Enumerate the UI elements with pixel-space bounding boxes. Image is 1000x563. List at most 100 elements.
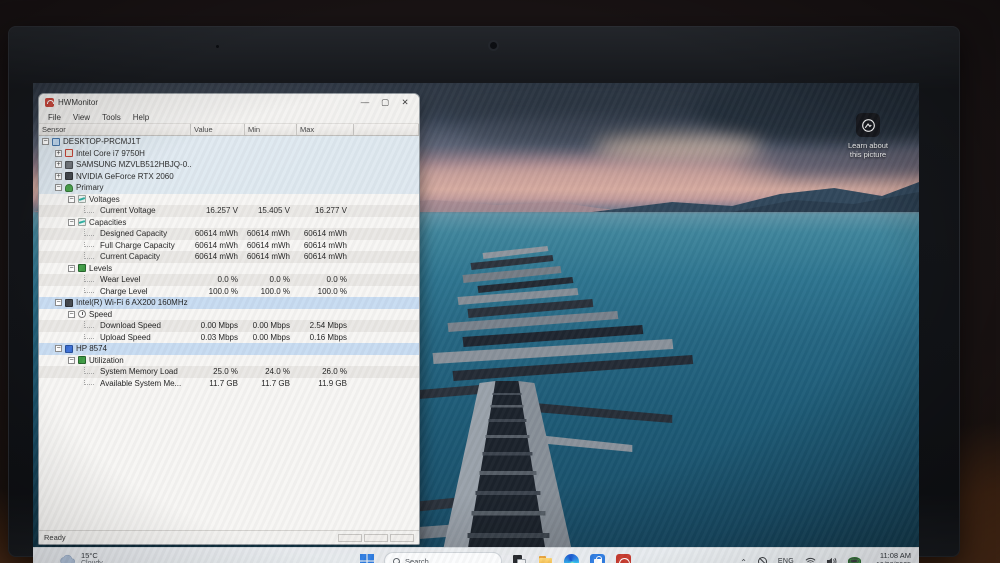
sensor-value: 60614 mWh <box>246 240 290 250</box>
status-pane <box>390 533 414 542</box>
menu-file[interactable]: File <box>42 113 67 122</box>
collapse-toggle[interactable]: − <box>68 195 75 203</box>
picture-info-icon[interactable] <box>856 113 880 137</box>
tree-row[interactable]: − HP 8574 <box>39 343 419 355</box>
menu-help[interactable]: Help <box>127 113 155 122</box>
weather-temp: 15°C <box>81 551 98 560</box>
title-bar[interactable]: HWMonitor — ▢ ✕ <box>39 94 419 111</box>
column-sensor[interactable]: Sensor <box>39 124 191 135</box>
language-indicator[interactable]: ENG <box>778 558 794 563</box>
tree-row[interactable]: Current Capacity 60614 mWh 60614 mWh 60614 … <box>39 251 419 263</box>
learn-about-picture[interactable]: Learn about this picture <box>831 113 905 159</box>
screen: Learn about this picture HWMonitor — ▢ ✕… <box>33 83 919 563</box>
computer-icon <box>52 137 60 146</box>
tree-row[interactable]: − Utilization <box>39 355 419 367</box>
wifi-icon[interactable] <box>805 557 816 563</box>
hidden-icons-chevron[interactable]: ⌃ <box>740 558 747 563</box>
tree-row[interactable]: − Speed <box>39 309 419 321</box>
sensor-value: 60614 mWh <box>194 252 238 262</box>
start-button[interactable] <box>358 553 375 563</box>
menu-view[interactable]: View <box>67 113 96 122</box>
sensor-label: Download Speed <box>100 321 161 331</box>
collapse-toggle[interactable]: − <box>55 345 62 353</box>
tree-row[interactable]: − Voltages <box>39 194 419 206</box>
column-min[interactable]: Min <box>245 124 297 135</box>
search-input[interactable]: Search <box>384 552 502 563</box>
tree-row[interactable]: Available System Me... 11.7 GB 11.7 GB 11.9… <box>39 378 419 390</box>
collapse-toggle[interactable]: − <box>68 264 75 272</box>
tree-row[interactable]: Upload Speed 0.03 Mbps 0.00 Mbps 0.16 Mbps <box>39 332 419 344</box>
edge-icon <box>564 553 579 563</box>
close-button[interactable]: ✕ <box>395 95 415 110</box>
battery-icon <box>65 183 73 192</box>
tree-row[interactable]: Wear Level 0.0 % 0.0 % 0.0 % <box>39 274 419 286</box>
sensor-label: System Memory Load <box>100 367 178 377</box>
sensor-value: 60614 mWh <box>303 229 347 239</box>
tree-row[interactable]: − DESKTOP-PRCMJ1T <box>39 136 419 148</box>
expand-toggle[interactable]: + <box>55 172 62 180</box>
weather-widget[interactable]: 15°C Cloudy <box>59 551 103 563</box>
sensor-tree: − DESKTOP-PRCMJ1T + Intel Core i7 9750H + SAM… <box>39 136 419 530</box>
sensor-value: 0.03 Mbps <box>200 332 238 342</box>
status-panes <box>338 533 414 542</box>
status-pane <box>338 533 362 542</box>
file-explorer-button[interactable] <box>537 553 554 563</box>
wifi-adapter-icon <box>65 298 73 307</box>
collapse-toggle[interactable]: − <box>68 356 75 364</box>
volume-icon[interactable] <box>827 557 837 563</box>
hwmonitor-taskbar-button[interactable] <box>615 553 632 563</box>
tree-row[interactable]: − Levels <box>39 263 419 275</box>
column-empty <box>354 124 419 135</box>
tree-row[interactable]: Full Charge Capacity 60614 mWh 60614 mWh 60… <box>39 240 419 252</box>
sensor-value: 60614 mWh <box>194 240 238 250</box>
cpu-icon <box>65 149 73 158</box>
collapse-toggle[interactable]: − <box>68 218 75 226</box>
column-max[interactable]: Max <box>297 124 354 135</box>
sensor-value: 100.0 % <box>260 286 290 296</box>
microsoft-store-button[interactable] <box>589 553 606 563</box>
tree-row[interactable]: + SAMSUNG MZVLB512HBJQ-0.. <box>39 159 419 171</box>
sensor-value: 16.257 V <box>205 206 238 216</box>
sensor-value: 60614 mWh <box>246 252 290 262</box>
battery-icon[interactable] <box>848 557 861 563</box>
tree-row[interactable]: − Primary <box>39 182 419 194</box>
tree-row[interactable]: Charge Level 100.0 % 100.0 % 100.0 % <box>39 286 419 298</box>
sensor-value: 60614 mWh <box>194 229 238 239</box>
minimize-button[interactable]: — <box>355 95 375 110</box>
tree-row[interactable]: − Intel(R) Wi-Fi 6 AX200 160MHz <box>39 297 419 309</box>
tree-row[interactable]: − Capacities <box>39 217 419 229</box>
expand-toggle[interactable]: + <box>55 149 62 157</box>
clock[interactable]: 11:08 AM 10/28/2025 <box>876 551 911 563</box>
system-tray: ⌃ ENG <box>740 548 861 563</box>
collapse-toggle[interactable]: − <box>55 184 62 192</box>
maximize-button[interactable]: ▢ <box>375 95 395 110</box>
menu-tools[interactable]: Tools <box>96 113 127 122</box>
tree-row[interactable]: System Memory Load 25.0 % 24.0 % 26.0 % <box>39 366 419 378</box>
taskbar: 15°C Cloudy Search <box>33 547 919 563</box>
tree-row[interactable]: Designed Capacity 60614 mWh 60614 mWh 60614… <box>39 228 419 240</box>
expand-toggle[interactable]: + <box>55 161 62 169</box>
sensor-label: Available System Me... <box>100 378 182 388</box>
cloud-slash-icon[interactable] <box>757 556 767 563</box>
collapse-toggle[interactable]: − <box>42 138 49 146</box>
sensor-value: 2.54 Mbps <box>309 321 347 331</box>
tree-row[interactable]: Current Voltage 16.257 V 15.405 V 16.277 V <box>39 205 419 217</box>
column-value[interactable]: Value <box>191 124 245 135</box>
edge-button[interactable] <box>563 553 580 563</box>
sensor-value: 16.277 V <box>314 206 347 216</box>
sensor-value: 60614 mWh <box>303 252 347 262</box>
laptop: Learn about this picture HWMonitor — ▢ ✕… <box>8 26 960 563</box>
collapse-toggle[interactable]: − <box>68 310 75 318</box>
tree-line <box>84 252 94 259</box>
tree-row[interactable]: + NVIDIA GeForce RTX 2060 <box>39 170 419 182</box>
task-view-button[interactable] <box>511 553 528 563</box>
gpu-icon <box>65 172 73 181</box>
sensor-label: Voltages <box>89 194 120 204</box>
sensor-value: 25.0 % <box>213 367 238 377</box>
levels-icon <box>78 264 86 273</box>
collapse-toggle[interactable]: − <box>55 299 62 307</box>
sensor-value: 0.00 Mbps <box>252 321 290 331</box>
webcam <box>490 42 497 49</box>
tree-row[interactable]: Download Speed 0.00 Mbps 0.00 Mbps 2.54 Mbp… <box>39 320 419 332</box>
tree-row[interactable]: + Intel Core i7 9750H <box>39 147 419 159</box>
